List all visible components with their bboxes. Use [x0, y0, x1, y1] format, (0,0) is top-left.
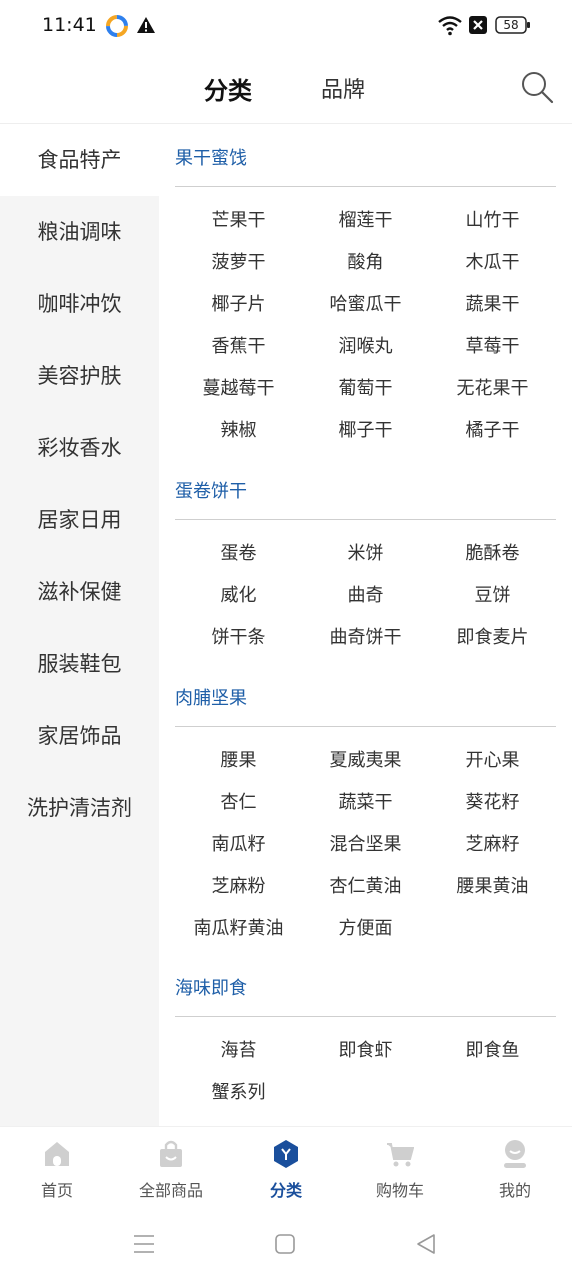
subcategory-item[interactable]: 芒果干: [175, 206, 302, 232]
nav-label: 我的: [498, 1181, 531, 1200]
subcategory-item[interactable]: 南瓜籽黄油: [175, 914, 302, 940]
subcategory-item[interactable]: 榴莲干: [302, 206, 429, 232]
shopping-bag-icon: [160, 1140, 182, 1167]
back-icon[interactable]: [414, 1232, 438, 1256]
subcategory-item[interactable]: 酸角: [302, 248, 429, 274]
nav-label: 全部商品: [138, 1181, 203, 1200]
subcategory-item[interactable]: 草莓干: [429, 332, 556, 358]
subcategory-item[interactable]: 葡萄干: [302, 374, 429, 400]
home-button-icon[interactable]: [273, 1232, 297, 1256]
category-sidebar: 食品特产 粮油调味 咖啡冲饮 美容护肤 彩妆香水 居家日用 滋补保健 服装鞋包 …: [0, 124, 159, 1126]
subcategory-item[interactable]: 葵花籽: [429, 788, 556, 814]
sidebar-item-makeup[interactable]: 彩妆香水: [0, 412, 159, 484]
subcategory-item[interactable]: 混合坚果: [302, 830, 429, 856]
battery-indicator: 58: [495, 15, 531, 35]
cart-icon: [387, 1143, 414, 1167]
subcategory-item[interactable]: 椰子干: [302, 416, 429, 442]
section-title[interactable]: 海味即食: [175, 974, 247, 1000]
section-title[interactable]: 肉脯坚果: [175, 684, 247, 710]
category-icon: [274, 1140, 298, 1168]
subcategory-item[interactable]: 蛋卷: [175, 539, 302, 565]
nav-cart[interactable]: 购物车: [343, 1127, 457, 1209]
subcategory-item[interactable]: 曲奇饼干: [302, 623, 429, 649]
subcategory-item[interactable]: 芝麻粉: [175, 872, 302, 898]
sidebar-item-grain-oil[interactable]: 粮油调味: [0, 196, 159, 268]
subcategory-item[interactable]: 蔬菜干: [302, 788, 429, 814]
nav-profile[interactable]: 我的: [458, 1127, 572, 1209]
sidebar-item-coffee[interactable]: 咖啡冲饮: [0, 268, 159, 340]
bottom-nav: 首页 全部商品 分类 购物车 我的: [0, 1126, 572, 1208]
subcategory-item[interactable]: 木瓜干: [429, 248, 556, 274]
subcategory-item[interactable]: 橘子干: [429, 416, 556, 442]
subcategory-item[interactable]: 椰子片: [175, 290, 302, 316]
status-bar: 11:41 58: [0, 0, 572, 52]
subcategory-item[interactable]: 饼干条: [175, 623, 302, 649]
subcategory-item[interactable]: 威化: [175, 581, 302, 607]
subcategory-item[interactable]: 即食鱼: [429, 1036, 556, 1062]
subcategory-item[interactable]: 方便面: [302, 914, 429, 940]
subcategory-item[interactable]: 蔓越莓干: [175, 374, 302, 400]
section-divider: [175, 1016, 556, 1017]
subcategory-item[interactable]: 米饼: [302, 539, 429, 565]
section-title[interactable]: 蛋卷饼干: [175, 477, 247, 503]
tab-brand[interactable]: 品牌: [321, 72, 365, 104]
wifi-icon: [438, 16, 462, 36]
menu-icon[interactable]: [132, 1232, 156, 1256]
nav-label: 分类: [269, 1181, 302, 1200]
nav-label: 首页: [40, 1181, 73, 1200]
home-icon: [45, 1142, 69, 1166]
subcategory-item[interactable]: 山竹干: [429, 206, 556, 232]
battery-level: 58: [503, 18, 519, 32]
nav-home[interactable]: 首页: [0, 1127, 114, 1209]
subcategory-item[interactable]: 脆酥卷: [429, 539, 556, 565]
section-divider: [175, 186, 556, 187]
subcategory-item[interactable]: 菠萝干: [175, 248, 302, 274]
header: 分类 品牌: [0, 52, 572, 124]
subcategory-item[interactable]: 蟹系列: [175, 1078, 302, 1104]
subcategory-item[interactable]: 曲奇: [302, 581, 429, 607]
search-icon[interactable]: [520, 70, 554, 104]
status-time: 11:41: [42, 14, 97, 36]
subcategory-item[interactable]: 哈蜜瓜干: [302, 290, 429, 316]
subcategory-item[interactable]: 腰果黄油: [429, 872, 556, 898]
subcategory-item[interactable]: 芝麻籽: [429, 830, 556, 856]
subcategory-item[interactable]: 南瓜籽: [175, 830, 302, 856]
subcategory-item[interactable]: 即食麦片: [429, 623, 556, 649]
subcategory-item[interactable]: 夏威夷果: [302, 746, 429, 772]
subcategory-item[interactable]: 海苔: [175, 1036, 302, 1062]
nav-all-products[interactable]: 全部商品: [114, 1127, 228, 1209]
subcategory-item[interactable]: 辣椒: [175, 416, 302, 442]
sidebar-item-food[interactable]: 食品特产: [0, 124, 159, 196]
subcategory-item[interactable]: 蔬果干: [429, 290, 556, 316]
warning-icon: [137, 17, 155, 33]
sidebar-item-skincare[interactable]: 美容护肤: [0, 340, 159, 412]
sidebar-item-home-decor[interactable]: 家居饰品: [0, 700, 159, 772]
profile-icon: [504, 1140, 526, 1168]
subcategory-item[interactable]: 即食虾: [302, 1036, 429, 1062]
tab-category[interactable]: 分类: [204, 71, 252, 106]
nav-label: 购物车: [375, 1181, 424, 1200]
section-divider: [175, 519, 556, 520]
system-nav-bar: [0, 1208, 572, 1280]
subcategory-item[interactable]: 腰果: [175, 746, 302, 772]
sidebar-item-clothing[interactable]: 服装鞋包: [0, 628, 159, 700]
sidebar-item-health[interactable]: 滋补保健: [0, 556, 159, 628]
sidebar-item-household[interactable]: 居家日用: [0, 484, 159, 556]
subcategory-item[interactable]: 润喉丸: [302, 332, 429, 358]
subcategory-item[interactable]: 杏仁黄油: [302, 872, 429, 898]
nav-category[interactable]: 分类: [229, 1127, 343, 1209]
subcategory-item[interactable]: 豆饼: [429, 581, 556, 607]
subcategory-item[interactable]: 香蕉干: [175, 332, 302, 358]
subcategory-item[interactable]: 无花果干: [429, 374, 556, 400]
sidebar-item-cleaning[interactable]: 洗护清洁剂: [0, 772, 159, 844]
subcategory-content: 果干蜜饯 芒果干 榴莲干 山竹干 菠萝干 酸角 木瓜干 椰子片 哈蜜瓜干 蔬果干…: [159, 124, 572, 1126]
app-notification-icon: [106, 15, 128, 37]
no-sim-icon: [469, 16, 487, 34]
section-title[interactable]: 果干蜜饯: [175, 144, 247, 170]
subcategory-item[interactable]: 开心果: [429, 746, 556, 772]
section-divider: [175, 726, 556, 727]
subcategory-item[interactable]: 杏仁: [175, 788, 302, 814]
